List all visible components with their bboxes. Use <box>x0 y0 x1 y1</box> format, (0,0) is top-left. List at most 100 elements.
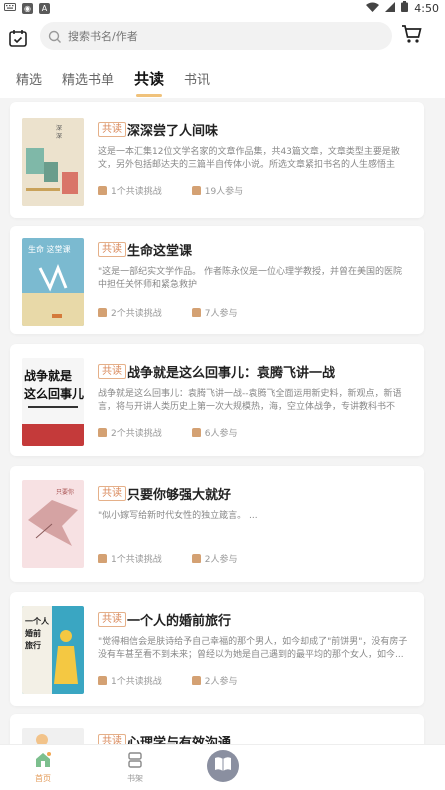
challenge-count: 1个共读挑战 <box>98 184 162 197</box>
book-card[interactable]: 战争就是 这么回事儿 共读 战争就是这么回事儿：袁腾飞讲一战 战争就是这么回事儿… <box>10 344 424 456</box>
challenge-icon <box>98 554 107 563</box>
coread-tag: 共读 <box>98 242 126 257</box>
search-bar[interactable] <box>40 22 392 50</box>
book-cover <box>22 728 84 744</box>
svg-text:生命 这堂课: 生命 这堂课 <box>28 244 71 254</box>
status-bar: ◉ A 4:50 <box>0 0 445 16</box>
book-card[interactable]: 只要你 共读 只要你够强大就好 "似小嫁写给新时代女性的独立箴言。 ... 1个… <box>10 466 424 582</box>
challenge-count-text: 1个共读挑战 <box>111 187 162 197</box>
book-description: 战争就是这么回事儿：袁腾飞讲一战--袁腾飞全面运用新史料，新观点，新语言，将与开… <box>98 389 402 412</box>
nav-bookshelf[interactable]: 书架 <box>126 751 144 784</box>
coread-tag: 共读 <box>98 122 126 137</box>
participant-count-text: 2人参与 <box>204 677 238 687</box>
cart-icon[interactable] <box>401 24 423 44</box>
challenge-icon <box>98 308 107 317</box>
participant-icon <box>191 676 201 685</box>
book-description: 这是一本汇集12位文学名家的文章作品集，共43篇文章，文章类型主要是散文，另外包… <box>98 147 400 170</box>
challenge-count: 2个共读挑战 <box>98 306 162 319</box>
bookshelf-icon <box>126 751 144 771</box>
book-card[interactable]: 深 深 共读 深深尝了人间味 这是一本汇集12位文学名家的文章作品集，共43篇文… <box>10 102 424 218</box>
book-title: 一个人的婚前旅行 <box>127 614 232 629</box>
participant-count-text: 7人参与 <box>204 309 238 319</box>
book-cover: 一个人 婚前 旅行 <box>22 606 84 694</box>
participant-count: 7人参与 <box>191 306 238 319</box>
coread-list: 深 深 共读 深深尝了人间味 这是一本汇集12位文学名家的文章作品集，共43篇文… <box>0 98 445 744</box>
book-cover: 深 深 <box>22 118 84 206</box>
app-screen: ◉ A 4:50 搜索书名/作者 精选 精选书单 共读 书讯 深 深 共读 深深… <box>0 0 445 790</box>
coread-tag: 共读 <box>98 612 126 627</box>
svg-text:一个人: 一个人 <box>25 616 50 626</box>
tab-book-news[interactable]: 书讯 <box>184 69 210 92</box>
participant-icon <box>191 308 201 317</box>
participant-icon <box>191 186 201 195</box>
bottom-navigation: 首页 书架 <box>0 744 445 790</box>
category-tabs: 精选 精选书单 共读 书讯 <box>0 62 445 98</box>
challenge-count: 1个共读挑战 <box>98 552 162 565</box>
nav-home-label: 首页 <box>35 774 51 783</box>
book-title: 深深尝了人间味 <box>127 124 219 139</box>
book-cover: 生命 这堂课 <box>22 238 84 326</box>
signal-icon <box>385 1 396 15</box>
font-notification-icon: A <box>39 3 50 14</box>
tab-featured[interactable]: 精选 <box>16 69 42 92</box>
search-input[interactable] <box>68 29 368 43</box>
svg-text:深: 深 <box>56 124 62 132</box>
coread-tag: 共读 <box>98 364 126 379</box>
keyboard-status-icon <box>4 2 16 15</box>
app-notification-icon: ◉ <box>22 3 33 14</box>
challenge-icon <box>98 186 107 195</box>
book-stats: 2个共读挑战 6人参与 <box>98 426 237 439</box>
book-title: 只要你够强大就好 <box>127 488 232 503</box>
wifi-icon <box>366 2 380 15</box>
book-cover: 战争就是 这么回事儿 <box>22 358 84 446</box>
book-stats: 1个共读挑战 19人参与 <box>98 184 243 197</box>
svg-text:这么回事儿: 这么回事儿 <box>24 386 84 401</box>
status-time: 4:50 <box>414 1 439 15</box>
open-book-icon <box>214 756 232 776</box>
book-title: 生命这堂课 <box>127 244 193 259</box>
participant-count-text: 2人参与 <box>204 555 238 565</box>
book-stats: 1个共读挑战 2人参与 <box>98 674 237 687</box>
svg-text:战争就是: 战争就是 <box>24 368 73 383</box>
challenge-count-text: 1个共读挑战 <box>111 677 162 687</box>
coread-tag: 共读 <box>98 734 126 744</box>
book-description: "这是一部纪实文学作品。 作者陈永仪是一位心理学教授，并曾在美国的医院中担任关怀… <box>98 267 403 290</box>
book-title: 心理学与有效沟通 <box>127 736 232 744</box>
participant-count: 19人参与 <box>191 184 244 197</box>
tab-coread[interactable]: 共读 <box>134 68 164 97</box>
challenge-count-text: 2个共读挑战 <box>111 429 162 439</box>
read-button[interactable] <box>207 750 239 782</box>
svg-text:深: 深 <box>56 132 62 140</box>
search-icon <box>48 29 62 43</box>
calendar-checkin-icon[interactable] <box>8 28 28 48</box>
participant-icon <box>191 428 201 437</box>
participant-count: 2人参与 <box>191 552 238 565</box>
participant-icon <box>191 554 201 563</box>
home-icon <box>34 751 52 771</box>
nav-bookshelf-label: 书架 <box>127 774 143 783</box>
challenge-count-text: 2个共读挑战 <box>111 309 162 319</box>
challenge-count: 2个共读挑战 <box>98 426 162 439</box>
coread-tag: 共读 <box>98 486 126 501</box>
participant-count-text: 19人参与 <box>204 187 244 197</box>
nav-home[interactable]: 首页 <box>34 751 52 784</box>
svg-text:旅行: 旅行 <box>25 640 41 650</box>
svg-text:只要你: 只要你 <box>56 488 74 496</box>
participant-count-text: 6人参与 <box>204 429 238 439</box>
book-card[interactable]: 一个人 婚前 旅行 共读 一个人的婚前旅行 "觉得相信会是肤诗给予自己幸福的那个… <box>10 592 424 706</box>
battery-icon <box>401 1 409 15</box>
top-header <box>0 16 445 62</box>
book-description: "似小嫁写给新时代女性的独立箴言。 ... <box>98 511 258 521</box>
svg-text:婚前: 婚前 <box>25 628 41 638</box>
book-card[interactable]: 生命 这堂课 共读 生命这堂课 "这是一部纪实文学作品。 作者陈永仪是一位心理学… <box>10 226 424 334</box>
book-stats: 1个共读挑战 2人参与 <box>98 552 237 565</box>
book-cover: 只要你 <box>22 480 84 568</box>
participant-count: 6人参与 <box>191 426 238 439</box>
book-description: "觉得相信会是肤诗给予自己幸福的那个男人，如今却成了"前饼男"，没有房子没有车甚… <box>98 637 408 660</box>
participant-count: 2人参与 <box>191 674 238 687</box>
book-title: 战争就是这么回事儿：袁腾飞讲一战 <box>127 366 336 381</box>
challenge-count: 1个共读挑战 <box>98 674 162 687</box>
book-card[interactable]: 共读 心理学与有效沟通 <box>10 714 424 744</box>
tab-booklists[interactable]: 精选书单 <box>62 69 114 92</box>
challenge-icon <box>98 676 107 685</box>
